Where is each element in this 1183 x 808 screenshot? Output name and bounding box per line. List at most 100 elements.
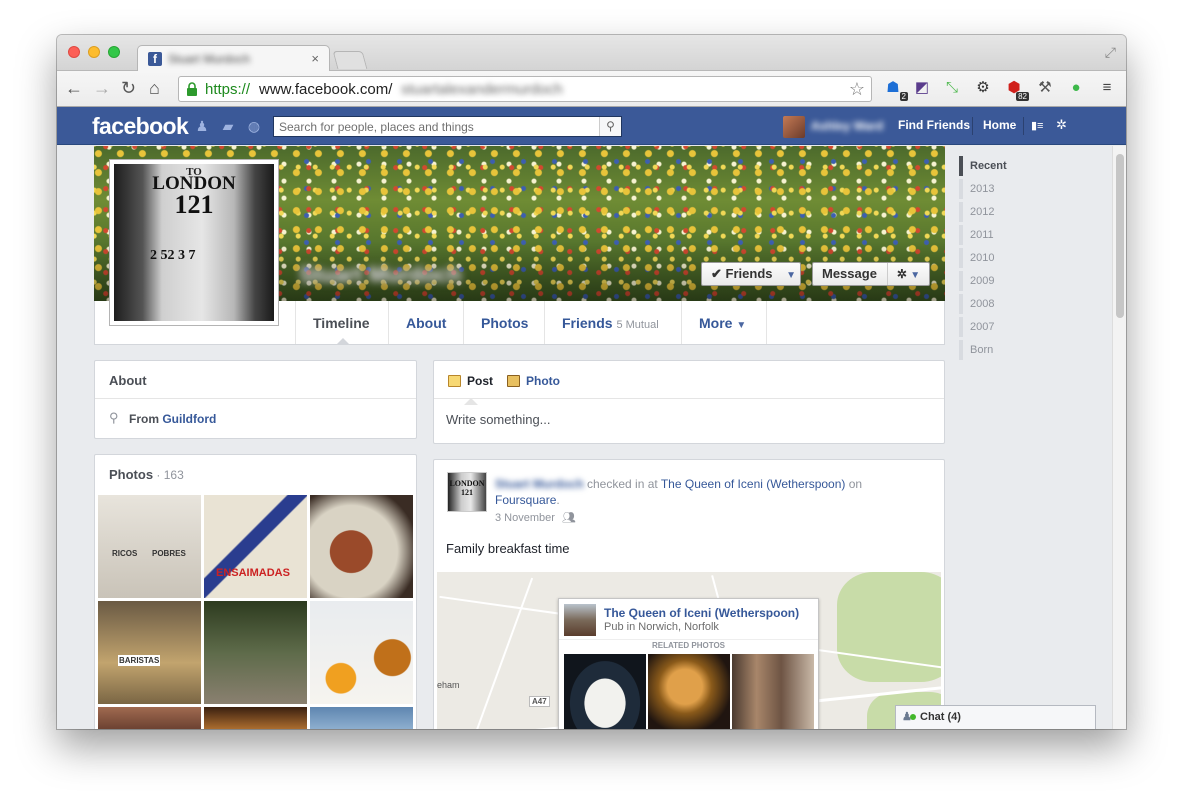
place-thumbnail[interactable] — [564, 604, 596, 636]
story-author-link[interactable]: Stuart Murdoch — [495, 477, 584, 491]
account-settings-gear-icon[interactable]: ✲ — [1056, 117, 1067, 133]
milestone-text: 121 — [174, 190, 214, 219]
tab-friends[interactable]: Friends 5 Mutual — [544, 301, 676, 344]
search-icon[interactable]: ⚲ — [599, 117, 621, 136]
photo-thumbnail[interactable]: BARISTAS — [98, 601, 201, 704]
message-button[interactable]: Message ✲ ▼ — [812, 262, 930, 286]
evernote-extension-icon[interactable]: ● — [1066, 78, 1086, 98]
friend-requests-icon[interactable]: ♟ — [194, 118, 210, 134]
chrome-menu-icon[interactable]: ≡ — [1097, 78, 1117, 98]
photos-card-title[interactable]: Photos · 163 — [109, 467, 184, 482]
related-photo[interactable] — [564, 654, 646, 729]
story-text: Family breakfast time — [446, 541, 570, 556]
story-author-avatar[interactable]: LONDON 121 — [447, 472, 487, 512]
user-avatar[interactable] — [783, 116, 805, 138]
location-map[interactable]: eham A47 The Queen of Iceni (Wetherspoon… — [437, 572, 941, 729]
address-bar[interactable]: https:// www.facebook.com/ stuartalexand… — [178, 76, 872, 102]
chat-label: Chat (4) — [920, 711, 961, 723]
user-name-link[interactable]: Ashley Ward — [811, 119, 883, 133]
photos-card: Photos · 163 RICOS POBRES ENSAIMADAS BAR… — [94, 454, 417, 729]
fullscreen-icon[interactable]: ⤢ — [1105, 44, 1116, 61]
post-icon — [448, 375, 461, 387]
find-friends-link[interactable]: Find Friends — [898, 118, 970, 132]
gear-extension-icon[interactable]: ⚙ — [973, 78, 993, 98]
search-input[interactable] — [274, 117, 594, 136]
bookmark-star-icon[interactable]: ☆ — [849, 79, 865, 100]
adblock-extension-icon[interactable]: ⬢ 82 — [1004, 78, 1029, 101]
wrench-icon[interactable]: ⚒ — [1035, 78, 1055, 98]
year-link-2012[interactable]: 2012 — [959, 202, 1019, 222]
photo-thumbnail[interactable] — [98, 707, 201, 729]
home-button[interactable]: ⌂ — [149, 78, 160, 98]
home-link[interactable]: Home — [983, 118, 1016, 132]
photo-thumbnail[interactable] — [310, 495, 413, 598]
chevron-down-icon: ▼ — [736, 320, 747, 331]
about-card-title[interactable]: About — [109, 373, 147, 388]
year-link-recent[interactable]: Recent — [959, 156, 1019, 176]
notifications-globe-icon[interactable]: ◍ — [246, 118, 262, 134]
privacy-shortcuts-icon[interactable]: ▮≡ — [1031, 119, 1043, 132]
photo-thumbnail[interactable] — [310, 707, 413, 729]
page-scrollbar[interactable] — [1112, 146, 1126, 729]
url-host: www.facebook.com/ — [259, 81, 393, 98]
facebook-logo[interactable]: facebook — [92, 113, 189, 140]
chat-bar[interactable]: ♟ Chat (4) — [895, 705, 1096, 729]
tab-more[interactable]: More ▼ — [681, 301, 763, 344]
related-photo[interactable] — [648, 654, 730, 729]
photo-thumbnail[interactable] — [204, 601, 307, 704]
hometown-prefix: From — [129, 412, 163, 426]
tab-about[interactable]: About — [388, 301, 463, 344]
photo-thumbnail[interactable] — [204, 707, 307, 729]
story-date[interactable]: 3 November — [495, 512, 555, 524]
year-link-2007[interactable]: 2007 — [959, 317, 1019, 337]
year-link-2008[interactable]: 2008 — [959, 294, 1019, 314]
year-link-2013[interactable]: 2013 — [959, 179, 1019, 199]
location-pin-icon: ⚲ — [109, 410, 119, 425]
related-photo[interactable] — [732, 654, 814, 729]
scrollbar-thumb[interactable] — [1116, 154, 1124, 318]
audience-friends-icon[interactable]: 👥︎ — [562, 512, 576, 524]
back-button[interactable]: ← — [65, 78, 83, 98]
composer-input[interactable]: Write something... — [446, 412, 551, 427]
place-name-link[interactable]: The Queen of Iceni (Wetherspoon) — [604, 606, 799, 620]
browser-tab[interactable]: f Stuart Murdoch × — [137, 45, 330, 72]
map-place-label: eham — [437, 680, 460, 690]
resize-extension-icon[interactable]: ⤡ — [942, 78, 962, 98]
facebook-favicon-icon: f — [148, 52, 162, 66]
tab-photos[interactable]: Photos — [463, 301, 545, 344]
tab-close-icon[interactable]: × — [311, 51, 319, 66]
year-link-2010[interactable]: 2010 — [959, 248, 1019, 268]
friends-button[interactable]: ✔ Friends ▼ — [701, 262, 801, 286]
composer-post-tab[interactable]: Post — [448, 374, 493, 388]
year-link-born[interactable]: Born — [959, 340, 1019, 360]
window-maximize-button[interactable] — [108, 46, 120, 58]
photo-label: BARISTAS — [118, 655, 161, 666]
place-card[interactable]: The Queen of Iceni (Wetherspoon) Pub in … — [558, 598, 819, 729]
tab-strip: f Stuart Murdoch × ⤢ — [57, 35, 1126, 72]
photo-thumbnail[interactable]: RICOS POBRES — [98, 495, 201, 598]
url-scheme: https:// — [205, 81, 251, 98]
window-minimize-button[interactable] — [88, 46, 100, 58]
profile-picture[interactable]: TO LONDON 121 2 52 3 7 — [109, 159, 279, 326]
story-verb: checked in at — [583, 477, 661, 491]
ghostery-extension-icon[interactable]: ☗ 2 — [883, 78, 908, 101]
photo-thumbnail[interactable]: ENSAIMADAS — [204, 495, 307, 598]
window-close-button[interactable] — [68, 46, 80, 58]
hometown-link[interactable]: Guildford — [162, 412, 216, 426]
messages-icon[interactable]: ▰ — [220, 118, 236, 134]
extension-icon[interactable]: ◩ — [912, 78, 932, 98]
more-options-button[interactable]: ✲ ▼ — [887, 263, 929, 285]
reload-button[interactable]: ↻ — [121, 78, 136, 98]
message-button-label: Message — [822, 266, 877, 281]
milestone-text: 2 52 3 7 — [150, 248, 196, 263]
composer-photo-tab[interactable]: Photo — [507, 374, 560, 388]
year-link-2009[interactable]: 2009 — [959, 271, 1019, 291]
tab-timeline[interactable]: Timeline — [295, 301, 387, 345]
facebook-header: facebook ♟ ▰ ◍ ⚲ Ashley Ward Find Friend… — [57, 107, 1126, 145]
forward-button[interactable]: → — [93, 78, 111, 98]
year-link-2011[interactable]: 2011 — [959, 225, 1019, 245]
place-link[interactable]: The Queen of Iceni (Wetherspoon) — [661, 477, 846, 491]
new-tab-button[interactable] — [332, 51, 368, 69]
app-link[interactable]: Foursquare — [495, 493, 556, 507]
photo-thumbnail[interactable] — [310, 601, 413, 704]
